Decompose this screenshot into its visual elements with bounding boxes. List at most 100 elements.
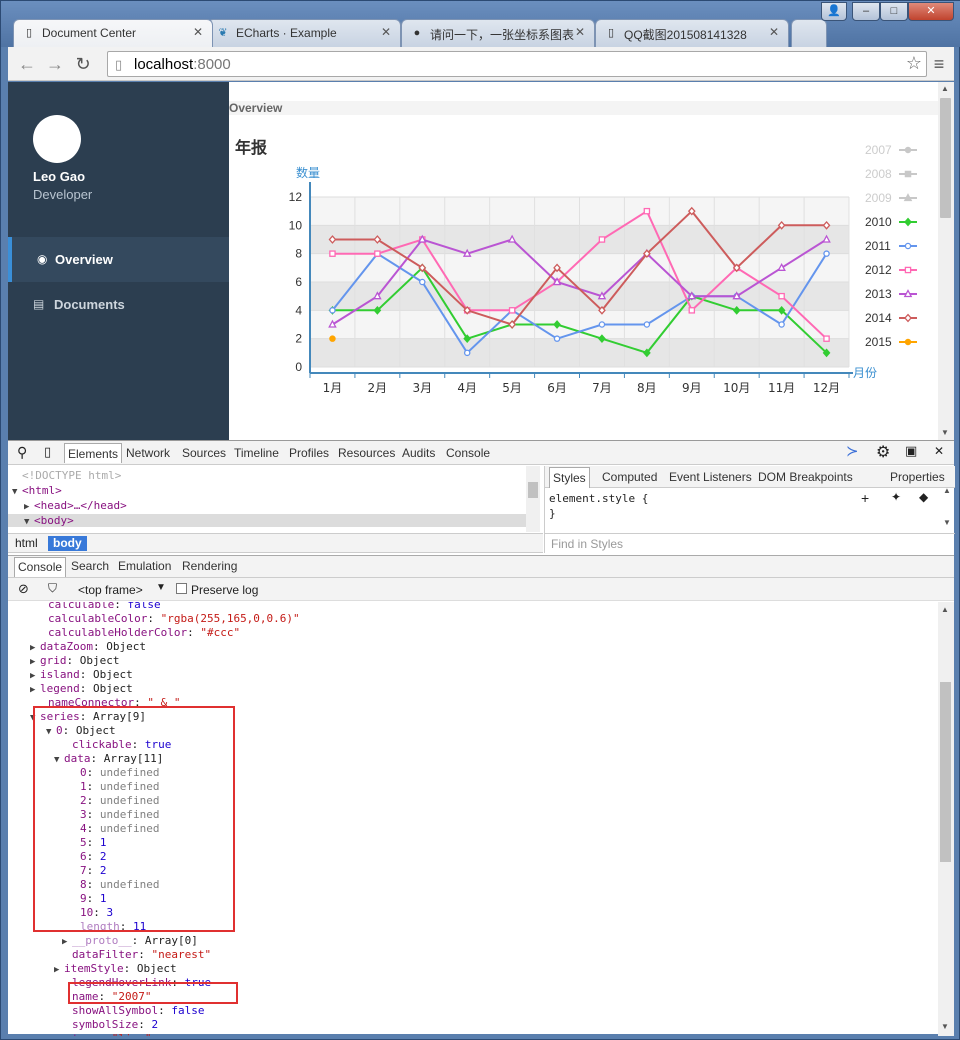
scroll-down-icon[interactable]: ▼ <box>941 1022 949 1031</box>
tab-properties[interactable]: Properties <box>890 470 945 484</box>
doctype-node[interactable]: <!DOCTYPE html> <box>22 469 121 482</box>
chevron-down-icon[interactable]: ▼ <box>156 582 166 593</box>
tab-elements[interactable]: Elements <box>64 443 123 463</box>
tab-styles[interactable]: Styles <box>549 467 590 488</box>
tab-audits[interactable]: Audits <box>402 446 435 460</box>
x-tick-label: 6月 <box>547 381 567 395</box>
tab-resources[interactable]: Resources <box>338 446 395 460</box>
frame-select[interactable]: <top frame> <box>78 583 143 597</box>
scroll-down-icon[interactable]: ▼ <box>941 428 949 437</box>
reload-icon[interactable]: ↻ <box>72 54 94 74</box>
scroll-down-icon[interactable]: ▼ <box>943 518 951 527</box>
tab-profiles[interactable]: Profiles <box>289 446 329 460</box>
property-separator: : <box>187 626 201 639</box>
back-icon[interactable]: ← <box>16 54 38 74</box>
collapse-triangle-icon[interactable]: ▼ <box>24 517 34 527</box>
tab-sources[interactable]: Sources <box>182 446 226 460</box>
drawer-tab-emulation[interactable]: Emulation <box>118 559 171 573</box>
elements-scrollbar[interactable] <box>526 466 540 532</box>
close-window-button[interactable]: ✕ <box>908 2 954 21</box>
sidebar-item-overview[interactable]: ◉ Overview <box>8 237 229 282</box>
expand-triangle-icon[interactable]: ▶ <box>30 641 40 655</box>
property-separator: : <box>79 682 93 695</box>
maximize-button[interactable]: □ <box>880 2 908 21</box>
pin-icon[interactable]: ✦ <box>891 490 901 504</box>
tab-console[interactable]: Console <box>446 446 490 460</box>
console-line[interactable]: ▶ __proto__: Array[0] <box>62 934 198 949</box>
expand-triangle-icon[interactable]: ▶ <box>62 935 72 949</box>
minimize-button[interactable]: – <box>852 2 880 21</box>
console-line[interactable]: ▶ itemStyle: Object <box>54 962 177 977</box>
collapse-triangle-icon[interactable]: ▼ <box>12 487 22 497</box>
filter-icon[interactable]: ⛉ <box>48 581 57 596</box>
tab-document-center[interactable]: ▯ Document Center ✕ <box>13 19 213 47</box>
crumb-html[interactable]: html <box>10 536 43 551</box>
scrollbar-thumb[interactable] <box>528 482 538 498</box>
scroll-up-icon[interactable]: ▲ <box>941 84 949 93</box>
clear-console-icon[interactable]: ⊘ <box>18 581 29 597</box>
tab-dom-breakpoints[interactable]: DOM Breakpoints <box>758 470 853 484</box>
color-format-icon[interactable]: ◆ <box>919 490 928 504</box>
document-icon: ▤ <box>33 297 45 311</box>
forward-icon[interactable]: → <box>44 54 66 74</box>
drawer-tab-rendering[interactable]: Rendering <box>182 559 237 573</box>
expand-triangle-icon[interactable]: ▶ <box>30 669 40 683</box>
annotation-box-series <box>33 706 235 932</box>
console-line[interactable]: ▶ dataZoom: Object <box>30 640 146 655</box>
console-line[interactable]: ▶ legend: Object <box>30 682 133 697</box>
tab-qq-screenshot[interactable]: ▯ QQ截图201508141328 ✕ <box>595 19 789 47</box>
tab-echarts-example[interactable]: ❦ ECharts · Example ✕ <box>207 19 401 47</box>
tab-network[interactable]: Network <box>126 446 170 460</box>
property-key: calculable <box>48 602 115 611</box>
avatar <box>33 115 81 163</box>
sidebar-item-documents[interactable]: ▤ Documents <box>8 282 229 327</box>
find-in-styles-input[interactable]: Find in Styles <box>545 533 955 553</box>
sidebar: Leo Gao Developer ◉ Overview ▤ Documents <box>8 82 229 440</box>
dock-icon[interactable]: ▣ <box>905 443 917 459</box>
scroll-up-icon[interactable]: ▲ <box>943 486 951 495</box>
settings-gear-icon[interactable]: ⚙ <box>876 442 890 462</box>
bookmark-star-icon[interactable]: ☆ <box>906 53 922 74</box>
drawer-tab-search[interactable]: Search <box>71 559 109 573</box>
property-key: calculableHolderColor <box>48 626 188 639</box>
legend-label-2015: 2015 <box>865 335 892 349</box>
body-node[interactable]: ▼ <body> <box>8 514 526 527</box>
close-icon[interactable]: ✕ <box>934 444 944 458</box>
data-point-2011 <box>643 321 651 328</box>
inspect-icon[interactable]: ⚲ <box>17 444 27 461</box>
expand-triangle-icon[interactable]: ▶ <box>54 963 64 977</box>
expand-triangle-icon[interactable]: ▶ <box>30 683 40 697</box>
scroll-up-icon[interactable]: ▲ <box>941 605 949 614</box>
console-scrollbar[interactable]: ▲ ▼ <box>938 602 954 1036</box>
tab-timeline[interactable]: Timeline <box>234 446 279 460</box>
close-tab-icon[interactable]: ✕ <box>193 25 203 39</box>
scrollbar-thumb[interactable] <box>940 98 951 218</box>
expand-triangle-icon[interactable]: ▶ <box>30 655 40 669</box>
page-scrollbar[interactable]: ▲ ▼ <box>938 82 954 440</box>
close-tab-icon[interactable]: ✕ <box>769 25 779 39</box>
expand-triangle-icon[interactable]: ▶ <box>24 502 34 512</box>
drawer-tab-console[interactable]: Console <box>14 557 67 577</box>
address-bar[interactable]: ▯ localhost:8000 ☆ <box>107 51 927 77</box>
tab-github-question[interactable]: ● 请问一下，一张坐标系图表 ✕ <box>401 19 595 47</box>
close-tab-icon[interactable]: ✕ <box>381 25 391 39</box>
console-line[interactable]: ▶ island: Object <box>30 668 133 683</box>
console-drawer-icon[interactable]: ≻ <box>846 442 859 460</box>
property-value: Object <box>136 962 177 975</box>
device-mode-icon[interactable]: ▯ <box>44 444 51 460</box>
element-style-rule[interactable]: element.style { <box>549 492 648 505</box>
crumb-body[interactable]: body <box>48 536 87 551</box>
close-tab-icon[interactable]: ✕ <box>575 25 585 39</box>
scrollbar-thumb[interactable] <box>940 682 951 862</box>
new-tab-button[interactable] <box>791 19 827 47</box>
tab-event-listeners[interactable]: Event Listeners <box>669 470 752 484</box>
data-point-2012 <box>598 236 606 243</box>
user-icon[interactable]: 👤 <box>821 2 847 21</box>
preserve-log-checkbox[interactable] <box>176 583 187 594</box>
head-node[interactable]: ▶ <head>…</head> <box>24 499 127 512</box>
add-rule-icon[interactable]: + <box>861 490 869 506</box>
console-line[interactable]: ▶ grid: Object <box>30 654 120 669</box>
html-node[interactable]: ▼ <html> <box>12 484 62 497</box>
menu-icon[interactable]: ≡ <box>928 54 950 74</box>
tab-computed[interactable]: Computed <box>602 470 657 484</box>
